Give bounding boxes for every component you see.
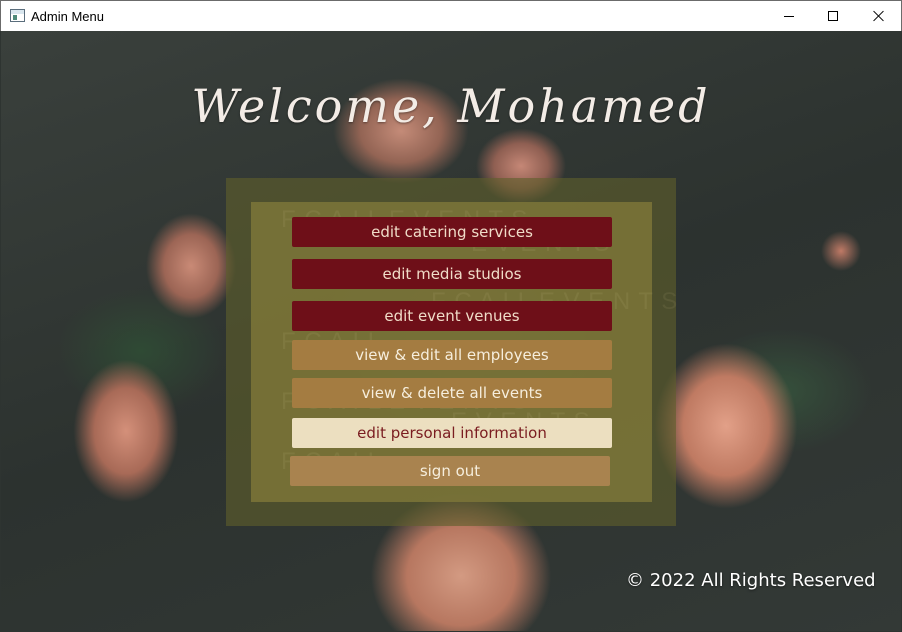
- app-window-icon: [10, 9, 25, 22]
- welcome-heading: Welcome, Mohamed: [191, 79, 711, 133]
- edit-media-studios-button[interactable]: edit media studios: [292, 259, 612, 289]
- maximize-icon: [828, 11, 838, 21]
- edit-event-venues-button[interactable]: edit event venues: [292, 301, 612, 331]
- copyright-text: © 2022 All Rights Reserved: [626, 570, 876, 591]
- close-button[interactable]: [856, 1, 902, 31]
- close-icon: [873, 10, 885, 22]
- maximize-button[interactable]: [810, 1, 856, 31]
- view-delete-events-button[interactable]: view & delete all events: [292, 378, 612, 408]
- minimize-icon: [784, 15, 794, 17]
- edit-catering-services-button[interactable]: edit catering services: [292, 217, 612, 247]
- view-edit-employees-button[interactable]: view & edit all employees: [292, 340, 612, 370]
- sign-out-button[interactable]: sign out: [290, 456, 610, 486]
- background-roses-image: Welcome, Mohamed F C A I L E V E N T S E…: [1, 31, 901, 631]
- window-title: Admin Menu: [31, 9, 104, 24]
- edit-personal-information-button[interactable]: edit personal information: [292, 418, 612, 448]
- minimize-button[interactable]: [766, 1, 812, 31]
- title-bar[interactable]: Admin Menu: [0, 0, 902, 31]
